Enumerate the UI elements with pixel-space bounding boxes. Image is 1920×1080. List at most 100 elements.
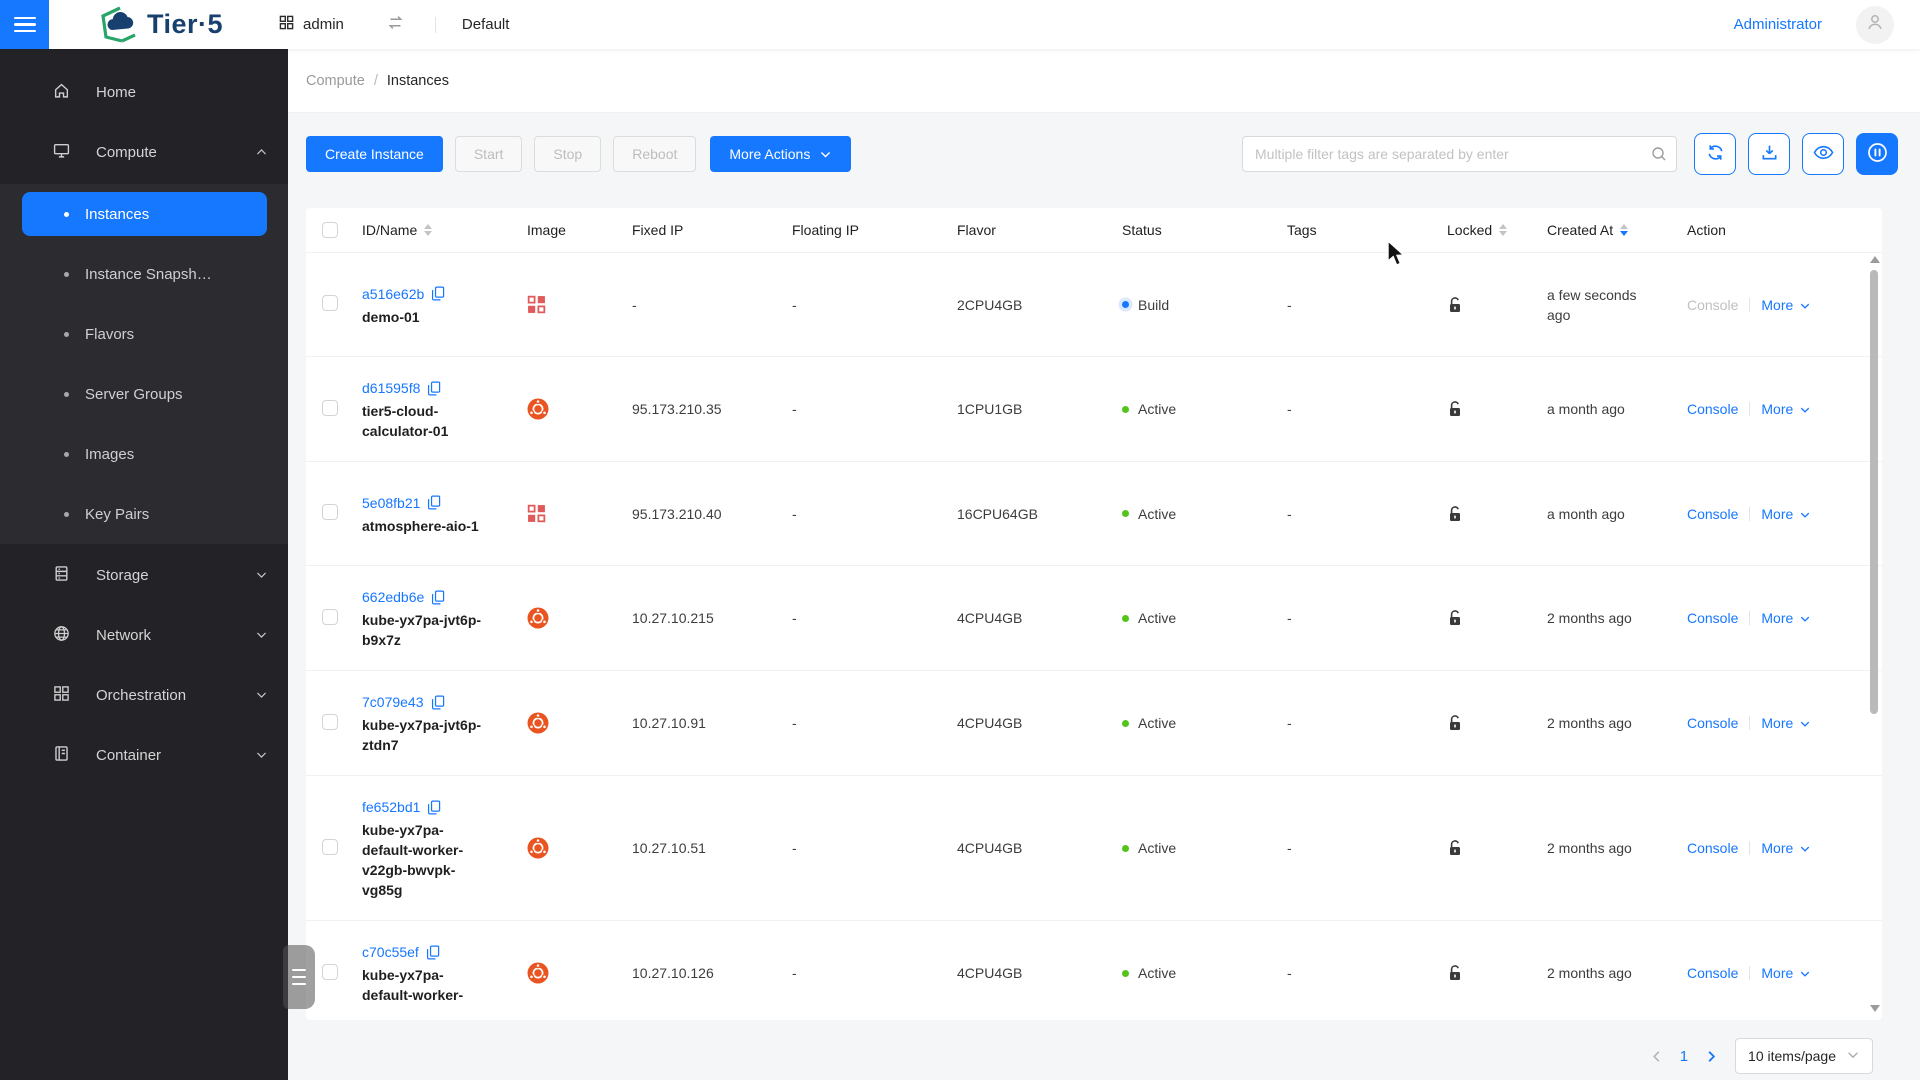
- instance-id-link[interactable]: c70c55ef: [362, 941, 419, 963]
- scroll-down-arrow-icon[interactable]: [1870, 1005, 1880, 1012]
- sorter-id-name[interactable]: [424, 224, 433, 236]
- scrollbar-thumb[interactable]: [1870, 270, 1878, 714]
- row-checkbox[interactable]: [322, 713, 338, 730]
- row-checkbox[interactable]: [322, 399, 338, 416]
- refresh-button[interactable]: [1694, 133, 1736, 175]
- page-number[interactable]: 1: [1680, 1048, 1688, 1065]
- table-row: fe652bd1 kube-yx7pa-default-worker-v22gb-…: [306, 776, 1882, 921]
- reboot-button[interactable]: Reboot: [613, 136, 697, 172]
- workspace-switcher[interactable]: admin: [279, 15, 344, 34]
- copy-icon[interactable]: [431, 695, 445, 710]
- instance-id-link[interactable]: 5e08fb21: [362, 492, 420, 514]
- more-link[interactable]: More: [1761, 297, 1811, 313]
- console-link[interactable]: Console: [1687, 401, 1738, 417]
- sorter-created-at[interactable]: [1620, 224, 1629, 236]
- start-button[interactable]: Start: [454, 136, 523, 172]
- sidebar-item-instance-snapshots[interactable]: Instance Snapsh…: [22, 252, 267, 296]
- floating-ip-cell: -: [792, 401, 797, 417]
- row-checkbox[interactable]: [322, 504, 338, 520]
- sidebar-item-orchestration[interactable]: Orchestration: [0, 678, 288, 712]
- hamburger-menu-button[interactable]: [0, 0, 49, 49]
- row-checkbox[interactable]: [322, 838, 338, 855]
- console-link[interactable]: Console: [1687, 840, 1738, 856]
- sorter-locked[interactable]: [1499, 224, 1508, 236]
- console-link[interactable]: Console: [1687, 610, 1738, 626]
- stop-button[interactable]: Stop: [534, 136, 602, 172]
- flavor-cell: 2CPU4GB: [957, 296, 1023, 313]
- more-actions-label: More Actions: [729, 146, 811, 162]
- copy-icon[interactable]: [431, 590, 445, 605]
- instance-id-link[interactable]: 662edb6e: [362, 586, 424, 608]
- sidebar-item-container[interactable]: Container: [0, 738, 288, 772]
- instance-id-link[interactable]: fe652bd1: [362, 796, 420, 818]
- copy-icon[interactable]: [427, 381, 441, 396]
- console-link[interactable]: Console: [1687, 506, 1738, 522]
- floating-ip-cell: -: [792, 296, 797, 313]
- column-visibility-button[interactable]: [1802, 133, 1844, 175]
- sidebar-item-flavors[interactable]: Flavors: [22, 312, 267, 356]
- sidebar-item-label: Home: [96, 83, 137, 101]
- status-dot-icon: [1122, 301, 1129, 308]
- scroll-up-arrow-icon[interactable]: [1870, 256, 1880, 263]
- sidebar-item-compute[interactable]: Compute: [0, 135, 288, 169]
- image-grid-icon: [527, 295, 614, 314]
- console-link[interactable]: Console: [1687, 297, 1738, 313]
- fixed-ip-cell: 95.173.210.40: [632, 505, 722, 522]
- next-page-button[interactable]: [1704, 1049, 1719, 1064]
- copy-icon[interactable]: [431, 286, 445, 301]
- page-size-select[interactable]: 10 items/page: [1735, 1038, 1873, 1074]
- more-link[interactable]: More: [1761, 840, 1811, 856]
- chevron-down-icon: [1846, 1048, 1860, 1065]
- switch-project-button[interactable]: [386, 15, 405, 35]
- copy-icon[interactable]: [427, 495, 441, 510]
- sidebar-item-home[interactable]: Home: [0, 75, 288, 109]
- avatar[interactable]: [1856, 5, 1894, 44]
- copy-icon[interactable]: [426, 945, 440, 960]
- flavor-cell: 4CPU4GB: [957, 610, 1023, 626]
- sidebar-item-images[interactable]: Images: [22, 432, 267, 476]
- more-link[interactable]: More: [1761, 401, 1811, 417]
- fixed-ip-cell: 10.27.10.215: [632, 610, 714, 626]
- more-link[interactable]: More: [1761, 715, 1811, 731]
- unlock-icon: [1447, 296, 1529, 314]
- instance-id-link[interactable]: a516e62b: [362, 283, 424, 305]
- sidebar-item-instances[interactable]: Instances: [22, 192, 267, 236]
- more-actions-button[interactable]: More Actions: [710, 136, 852, 172]
- instance-id-link[interactable]: d61595f8: [362, 377, 420, 399]
- select-all-checkbox[interactable]: [322, 222, 338, 238]
- instance-name: kube-yx7pa-default-worker-: [362, 967, 464, 1003]
- more-link[interactable]: More: [1761, 610, 1811, 626]
- sidebar-item-network[interactable]: Network: [0, 618, 288, 652]
- row-checkbox[interactable]: [322, 608, 338, 625]
- sidebar-item-storage[interactable]: Storage: [0, 558, 288, 592]
- drawer-handle[interactable]: [283, 945, 315, 1009]
- brand-name: Tier·5: [147, 9, 224, 39]
- column-locked: Locked: [1447, 222, 1547, 238]
- row-checkbox[interactable]: [322, 295, 338, 311]
- more-link[interactable]: More: [1761, 965, 1811, 981]
- breadcrumb-compute[interactable]: Compute: [306, 73, 365, 89]
- auto-refresh-toggle-button[interactable]: [1856, 133, 1898, 175]
- status-cell: Active: [1122, 840, 1287, 856]
- fixed-ip-cell: 95.173.210.35: [632, 401, 722, 417]
- copy-icon[interactable]: [427, 800, 441, 815]
- tags-cell: -: [1287, 840, 1292, 856]
- more-link[interactable]: More: [1761, 506, 1811, 522]
- create-instance-button[interactable]: Create Instance: [306, 136, 443, 172]
- unlock-icon: [1447, 714, 1529, 732]
- administrator-link[interactable]: Administrator: [1734, 16, 1822, 33]
- download-button[interactable]: [1748, 133, 1790, 175]
- row-checkbox[interactable]: [322, 963, 338, 980]
- console-link[interactable]: Console: [1687, 965, 1738, 981]
- fixed-ip-cell: 10.27.10.51: [632, 840, 706, 856]
- filter-box: [1242, 136, 1677, 172]
- breadcrumb-instances: Instances: [386, 72, 449, 89]
- sidebar-item-key-pairs[interactable]: Key Pairs: [22, 492, 267, 536]
- status-cell: Active: [1122, 965, 1287, 981]
- console-link[interactable]: Console: [1687, 715, 1738, 731]
- filter-input[interactable]: [1242, 136, 1677, 172]
- table-scrollbar[interactable]: [1868, 254, 1880, 1014]
- sidebar-item-server-groups[interactable]: Server Groups: [22, 372, 267, 416]
- instance-id-link[interactable]: 7c079e43: [362, 691, 424, 713]
- previous-page-button[interactable]: [1649, 1049, 1664, 1064]
